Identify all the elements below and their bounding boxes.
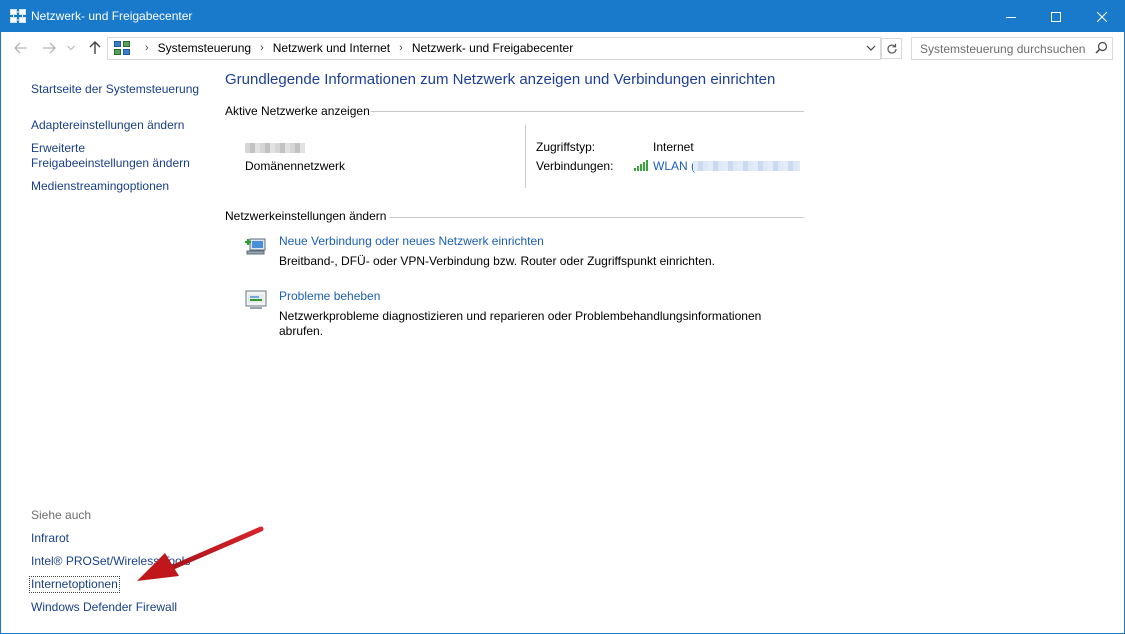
breadcrumb-separator-icon: › [260,42,264,54]
recent-locations-button[interactable] [65,40,77,56]
divider [525,125,526,188]
wlan-ssid-redacted [693,161,800,171]
breadcrumb-systemsteuerung[interactable]: Systemsteuerung [158,41,251,55]
breadcrumb-separator-icon: › [399,42,403,54]
wifi-signal-icon [634,160,648,171]
task-troubleshoot-link[interactable]: Probleme beheben [279,289,380,303]
access-type-label: Zugriffstyp: [536,140,596,154]
network-center-icon [10,9,26,23]
maximize-button[interactable] [1033,1,1079,32]
minimize-button[interactable] [988,1,1034,32]
close-button[interactable] [1079,1,1124,32]
chevron-down-icon [67,45,75,51]
nav-media-streaming-options[interactable]: Medienstreamingoptionen [31,179,211,194]
nav-advanced-sharing-settings[interactable]: Erweiterte Freigabeeinstellungen ändern [31,141,196,171]
window-title: Netzwerk- und Freigabecenter [31,9,193,23]
breadcrumb-freigabecenter[interactable]: Netzwerk- und Freigabecenter [412,41,573,55]
task-new-connection-description: Breitband-, DFÜ- oder VPN-Verbindung bzw… [279,254,715,268]
breadcrumb-separator-icon: › [145,42,149,54]
see-also-label: Siehe auch [31,508,92,522]
search-placeholder: Systemsteuerung durchsuchen [920,42,1086,56]
network-settings-title: Netzwerkeinstellungen ändern [225,209,387,223]
maximize-icon [1051,11,1061,22]
troubleshoot-icon [245,290,267,309]
nav-control-panel-home[interactable]: Startseite der Systemsteuerung [31,82,211,97]
wlan-connection-link[interactable]: WLAN ( [653,159,695,173]
see-also-internet-options[interactable]: Internetoptionen [29,576,120,593]
divider [389,217,804,218]
title-bar[interactable]: Netzwerk- und Freigabecenter [1,1,1124,32]
minimize-icon [1006,16,1016,18]
back-button[interactable] [13,40,29,56]
access-type-value: Internet [653,140,694,154]
connections-label: Verbindungen: [536,159,614,173]
search-icon[interactable] [1095,41,1108,54]
address-bar[interactable]: › Systemsteuerung › Netzwerk und Interne… [107,37,881,60]
address-history-dropdown-icon[interactable] [865,41,877,55]
annotation-arrow-icon [137,526,264,581]
search-box[interactable]: Systemsteuerung durchsuchen [911,37,1113,60]
network-type-label: Domänennetzwerk [245,159,346,173]
back-arrow-icon [14,42,27,54]
up-button[interactable] [87,40,103,56]
task-new-connection-link[interactable]: Neue Verbindung oder neues Netzwerk einr… [279,234,544,248]
refresh-icon [886,43,897,54]
page-title: Grundlegende Informationen zum Netzwerk … [225,71,776,88]
control-panel-icon [114,41,130,55]
divider [371,111,804,112]
close-icon [1097,11,1107,22]
active-networks-title: Aktive Netzwerke anzeigen [225,104,370,118]
see-also-defender-firewall[interactable]: Windows Defender Firewall [31,600,211,615]
network-name-redacted [245,143,305,153]
new-connection-icon [245,238,266,255]
breadcrumb-netzwerk-internet[interactable]: Netzwerk und Internet [273,41,390,55]
refresh-button[interactable] [881,38,902,59]
navigation-bar: › Systemsteuerung › Netzwerk und Interne… [1,32,1124,64]
forward-arrow-icon [43,42,56,54]
forward-button[interactable] [41,40,57,56]
up-arrow-icon [89,41,101,54]
nav-adapter-settings[interactable]: Adaptereinstellungen ändern [31,118,211,133]
task-troubleshoot-description: Netzwerkprobleme diagnostizieren und rep… [279,309,762,338]
control-panel-window: Netzwerk- und Freigabecenter › Systemste… [0,0,1125,634]
